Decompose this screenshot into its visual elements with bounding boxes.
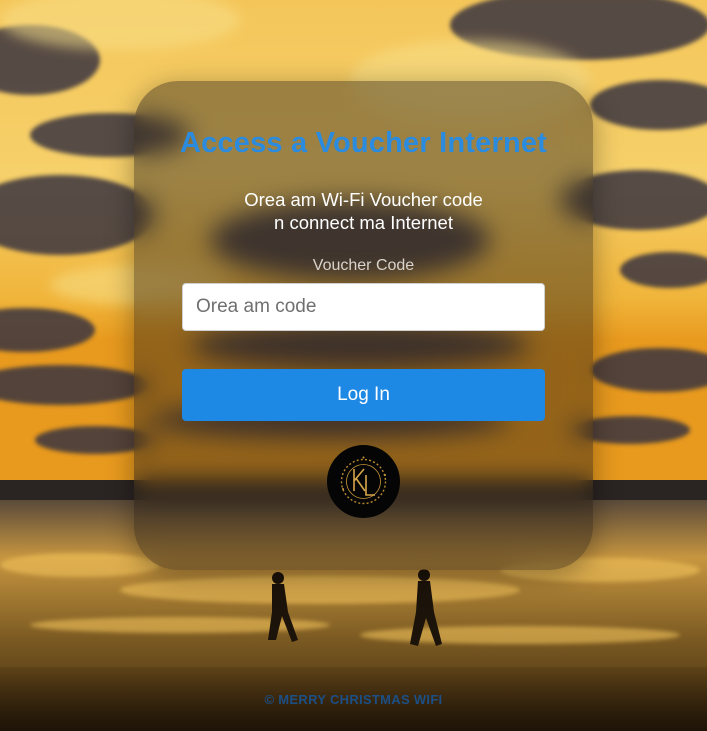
footer-copyright: © MERRY CHRISTMAS WIFI — [264, 692, 443, 707]
logo-emblem-icon — [340, 456, 387, 505]
kl-monogram-logo — [327, 445, 400, 518]
voucher-login-card: Access a Voucher Internet Orea am Wi-Fi … — [134, 81, 593, 570]
card-subtitle-line-2: n connect ma Internet — [274, 212, 453, 233]
log-in-button[interactable]: Log In — [182, 369, 545, 421]
card-subtitle: Orea am Wi-Fi Voucher code n connect ma … — [134, 188, 593, 234]
card-subtitle-line-1: Orea am Wi-Fi Voucher code — [244, 189, 483, 210]
card-title: Access a Voucher Internet — [179, 127, 548, 159]
voucher-code-input[interactable] — [182, 283, 545, 331]
voucher-code-label: Voucher Code — [312, 257, 415, 274]
